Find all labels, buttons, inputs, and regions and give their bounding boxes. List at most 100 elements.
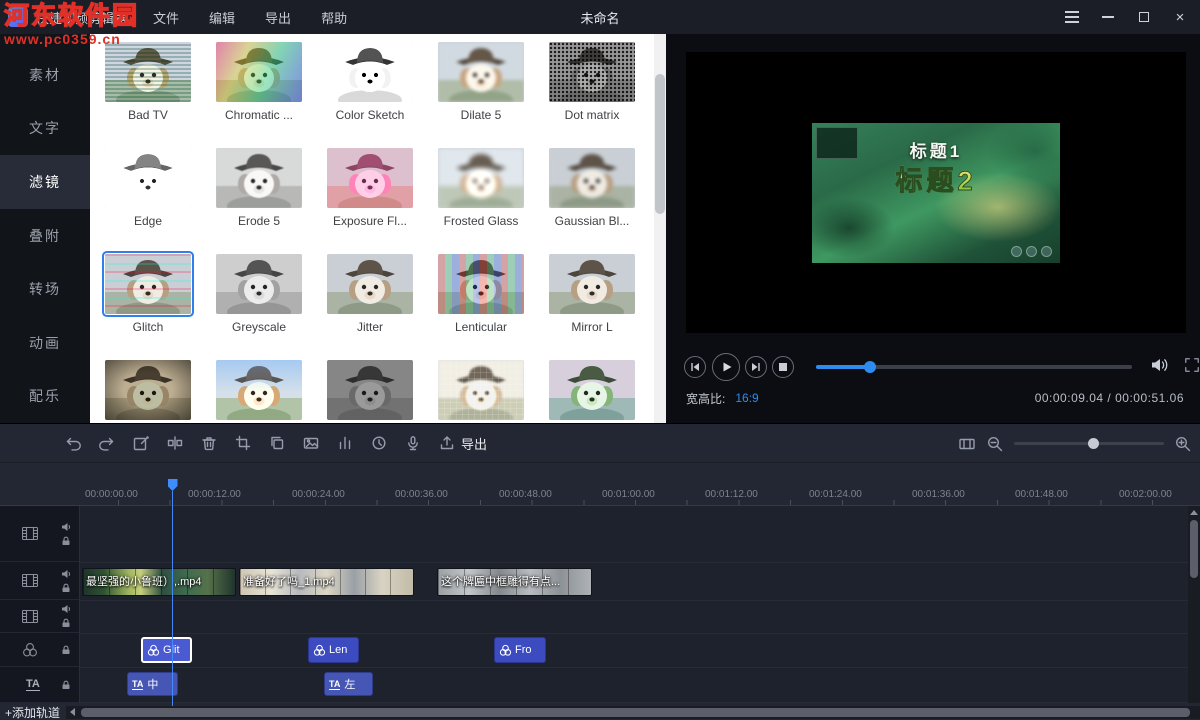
filter-item[interactable]: Bad TV bbox=[105, 42, 191, 122]
filter-item[interactable]: Lenticular bbox=[438, 254, 524, 334]
text-clip[interactable]: TA 左 bbox=[324, 672, 373, 696]
edit-icon[interactable] bbox=[132, 434, 150, 452]
seek-handle[interactable] bbox=[864, 361, 876, 373]
filter-item[interactable]: Exposure Fl... bbox=[327, 148, 413, 228]
scrollbar-thumb[interactable] bbox=[655, 74, 665, 214]
timeline-horizontal-scrollbar[interactable] bbox=[66, 706, 1200, 719]
previous-frame-button[interactable] bbox=[684, 356, 706, 378]
filter-clip[interactable]: Len bbox=[308, 637, 359, 663]
scrollbar-thumb[interactable] bbox=[81, 708, 1190, 717]
next-frame-button[interactable] bbox=[745, 356, 767, 378]
undo-button[interactable] bbox=[64, 434, 82, 452]
close-button[interactable]: × bbox=[1172, 9, 1188, 25]
text-track-header[interactable]: TA bbox=[0, 667, 79, 703]
filter-item[interactable]: Jitter bbox=[327, 254, 413, 334]
minimize-button[interactable] bbox=[1100, 9, 1116, 25]
video-track-header-2[interactable] bbox=[0, 562, 79, 600]
split-icon[interactable] bbox=[166, 434, 184, 452]
timeline-ruler[interactable]: 00:00:00.00 00:00:12.00 00:00:24.00 00:0… bbox=[0, 463, 1200, 506]
sidebar-item[interactable]: 转场 bbox=[0, 262, 90, 316]
clock-icon[interactable] bbox=[370, 434, 388, 452]
text-clip[interactable]: TA 中 bbox=[127, 672, 178, 696]
filter-item[interactable] bbox=[216, 360, 302, 423]
filter-item[interactable]: Gaussian Bl... bbox=[549, 148, 635, 228]
maximize-button[interactable] bbox=[1136, 9, 1152, 25]
video-clip[interactable]: 最坚强的小鲁班）,.mp4 bbox=[82, 568, 236, 596]
sidebar-item[interactable]: 配乐 bbox=[0, 369, 90, 423]
filter-clip[interactable]: Glit bbox=[141, 637, 192, 663]
filter-clip-label: Fro bbox=[515, 644, 532, 656]
seek-slider[interactable] bbox=[816, 365, 1132, 369]
sidebar-item[interactable]: 叠附 bbox=[0, 209, 90, 263]
lock-track-icon[interactable] bbox=[61, 618, 71, 628]
lock-track-icon[interactable] bbox=[61, 680, 71, 690]
mute-track-icon[interactable] bbox=[61, 569, 71, 579]
menu-item[interactable]: 帮助 bbox=[321, 8, 347, 27]
filter-item[interactable] bbox=[438, 360, 524, 423]
video-clip[interactable]: 准备好了吗_1.mp4 bbox=[239, 568, 414, 596]
zoom-slider[interactable] bbox=[1014, 442, 1164, 445]
menu-item[interactable]: 文件 bbox=[153, 8, 179, 27]
aspect-ratio-value[interactable]: 16:9 bbox=[735, 391, 758, 405]
filter-panel-scrollbar[interactable] bbox=[654, 34, 666, 423]
lock-track-icon[interactable] bbox=[61, 645, 71, 655]
mute-track-icon[interactable] bbox=[61, 604, 71, 614]
scroll-left-arrow[interactable] bbox=[66, 706, 79, 719]
filter-item[interactable] bbox=[105, 360, 191, 423]
sidebar-item[interactable]: 素材 bbox=[0, 48, 90, 102]
filter-item[interactable] bbox=[327, 360, 413, 423]
microphone-icon[interactable] bbox=[404, 434, 422, 452]
sidebar-item[interactable]: 滤镜 bbox=[0, 155, 90, 209]
delete-icon[interactable] bbox=[200, 434, 218, 452]
menu-item[interactable]: 编辑 bbox=[209, 8, 235, 27]
filter-item[interactable]: Edge bbox=[105, 148, 191, 228]
filter-name: Color Sketch bbox=[327, 108, 413, 122]
sidebar-item[interactable]: 文字 bbox=[0, 102, 90, 156]
zoom-out-icon[interactable] bbox=[986, 435, 1004, 453]
video-clip-label: 最坚强的小鲁班）,.mp4 bbox=[86, 569, 202, 596]
crop-icon[interactable] bbox=[234, 434, 252, 452]
dog-sample-image bbox=[438, 360, 524, 420]
add-track-button[interactable]: +添加轨道 bbox=[5, 704, 60, 720]
filter-item[interactable]: Chromatic ... bbox=[216, 42, 302, 122]
zoom-in-icon[interactable] bbox=[1174, 435, 1192, 453]
fullscreen-icon[interactable] bbox=[1184, 357, 1200, 378]
scroll-up-arrow[interactable] bbox=[1190, 510, 1198, 515]
tracks-vertical-scrollbar[interactable] bbox=[1188, 506, 1200, 703]
filter-item[interactable]: Glitch bbox=[105, 254, 191, 334]
filter-item[interactable]: Dilate 5 bbox=[438, 42, 524, 122]
video-track-header-1[interactable] bbox=[0, 506, 79, 562]
scrollbar-thumb[interactable] bbox=[1190, 520, 1198, 578]
image-icon[interactable] bbox=[302, 434, 320, 452]
levels-icon[interactable] bbox=[336, 434, 354, 452]
stop-button[interactable] bbox=[772, 356, 794, 378]
filter-item[interactable]: Erode 5 bbox=[216, 148, 302, 228]
menu-item[interactable]: 导出 bbox=[265, 8, 291, 27]
fit-timeline-icon[interactable] bbox=[958, 435, 976, 453]
hamburger-menu-icon[interactable] bbox=[1064, 9, 1080, 25]
volume-icon[interactable] bbox=[1150, 357, 1170, 378]
filter-item[interactable]: Dot matrix bbox=[549, 42, 635, 122]
filter-track-header[interactable] bbox=[0, 633, 79, 667]
sidebar-item[interactable]: 动画 bbox=[0, 316, 90, 370]
video-track-header-3[interactable] bbox=[0, 600, 79, 633]
copy-icon[interactable] bbox=[268, 434, 286, 452]
playhead[interactable] bbox=[172, 491, 173, 706]
filter-clip[interactable]: Fro bbox=[494, 637, 546, 663]
track-area[interactable]: 最坚强的小鲁班）,.mp4 准备好了吗_1.mp4 这个牌匾中框雕得有点... bbox=[80, 506, 1188, 703]
play-button[interactable] bbox=[712, 353, 740, 381]
filter-item[interactable]: Frosted Glass bbox=[438, 148, 524, 228]
sidebar-item-label: 文字 bbox=[29, 118, 61, 138]
filter-item[interactable]: Color Sketch bbox=[327, 42, 413, 122]
filter-item[interactable]: Mirror L bbox=[549, 254, 635, 334]
zoom-slider-handle[interactable] bbox=[1088, 438, 1099, 449]
mute-track-icon[interactable] bbox=[61, 522, 71, 532]
filter-item[interactable] bbox=[549, 360, 635, 423]
dog-sample-image bbox=[438, 148, 524, 208]
lock-track-icon[interactable] bbox=[61, 536, 71, 546]
lock-track-icon[interactable] bbox=[61, 583, 71, 593]
export-button[interactable]: 导出 bbox=[438, 434, 487, 453]
redo-button[interactable] bbox=[98, 434, 116, 452]
filter-item[interactable]: Greyscale bbox=[216, 254, 302, 334]
video-clip[interactable]: 这个牌匾中框雕得有点... bbox=[437, 568, 592, 596]
